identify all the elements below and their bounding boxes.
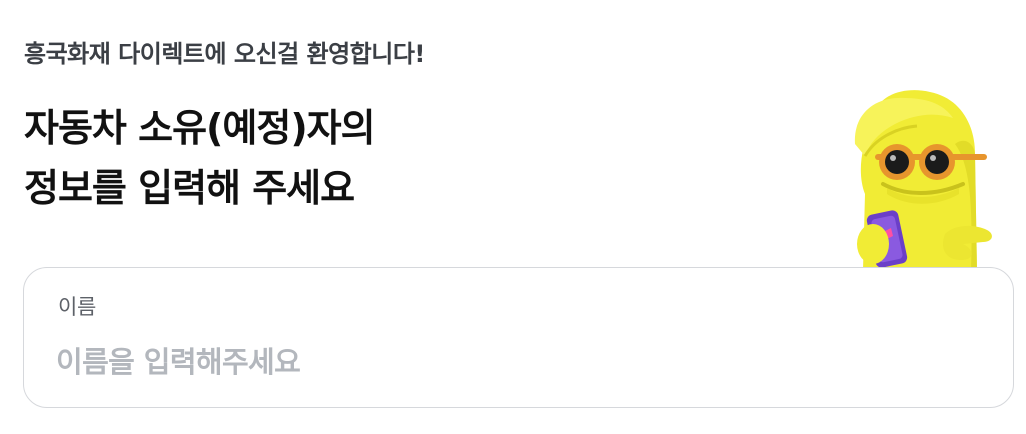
page-title-line-1: 자동차 소유(예정)자의 (24, 106, 376, 150)
page-title-line-2: 정보를 입력해 주세요 (24, 166, 355, 210)
name-input-card[interactable]: 이름 (23, 267, 1014, 408)
mascot-icon (835, 84, 1000, 270)
page-title: 자동차 소유(예정)자의 정보를 입력해 주세요 (24, 98, 376, 218)
welcome-text: 흥국화재 다이렉트에 오신걸 환영합니다! (24, 40, 425, 68)
name-field-label: 이름 (58, 295, 97, 319)
name-input[interactable] (56, 340, 956, 384)
